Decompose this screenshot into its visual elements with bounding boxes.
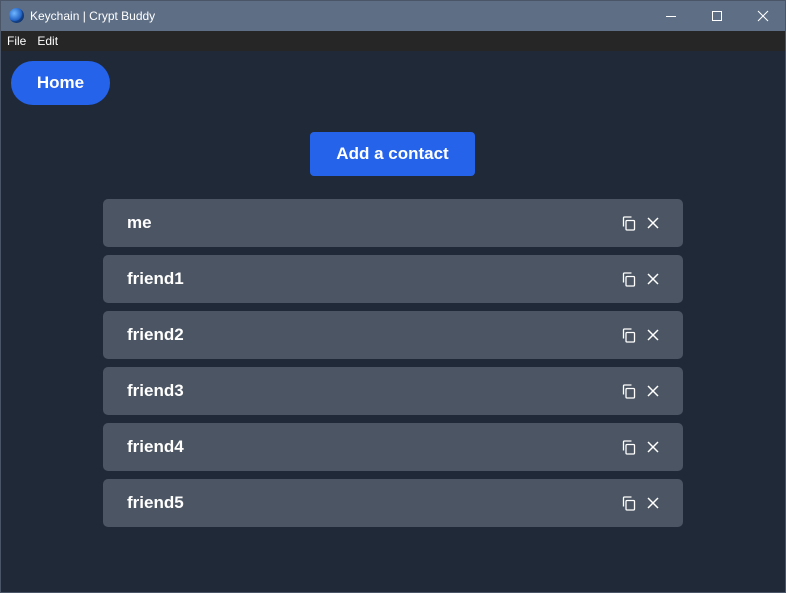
contact-actions (621, 423, 661, 471)
contact-row[interactable]: friend1 (103, 255, 683, 303)
close-icon (757, 10, 769, 21)
copy-icon[interactable] (621, 495, 637, 511)
contact-actions (621, 255, 661, 303)
contact-actions (621, 311, 661, 359)
contact-name: friend1 (127, 269, 184, 288)
minimize-icon (666, 15, 676, 17)
minimize-button[interactable] (648, 0, 694, 31)
contact-row[interactable]: friend3 (103, 367, 683, 415)
main-content: Home Add a contact me friend1 friend2 frien… (0, 51, 786, 593)
add-contact-button[interactable]: Add a contact (310, 132, 475, 176)
copy-icon[interactable] (621, 383, 637, 399)
copy-icon[interactable] (621, 439, 637, 455)
contact-name: friend2 (127, 325, 184, 344)
contact-list: me friend1 friend2 friend3 friend4 friend5 (103, 199, 683, 527)
copy-icon[interactable] (621, 327, 637, 343)
delete-icon[interactable] (645, 439, 661, 455)
contact-row[interactable]: friend4 (103, 423, 683, 471)
delete-icon[interactable] (645, 271, 661, 287)
menu-edit[interactable]: Edit (32, 34, 64, 48)
contact-actions (621, 199, 661, 247)
delete-icon[interactable] (645, 327, 661, 343)
window-titlebar[interactable]: Keychain | Crypt Buddy (0, 0, 786, 31)
home-button[interactable]: Home (11, 61, 110, 105)
menu-file[interactable]: File (0, 34, 32, 48)
contact-name: me (127, 213, 152, 232)
copy-icon[interactable] (621, 271, 637, 287)
maximize-button[interactable] (694, 0, 740, 31)
contact-row[interactable]: friend2 (103, 311, 683, 359)
contact-actions (621, 367, 661, 415)
contact-row[interactable]: friend5 (103, 479, 683, 527)
app-globe-icon (9, 8, 24, 23)
delete-icon[interactable] (645, 215, 661, 231)
maximize-icon (712, 10, 722, 21)
copy-icon[interactable] (621, 215, 637, 231)
menu-bar: File Edit (0, 31, 786, 51)
contact-name: friend4 (127, 437, 184, 456)
contact-row[interactable]: me (103, 199, 683, 247)
contact-actions (621, 479, 661, 527)
window-title: Keychain | Crypt Buddy (30, 8, 156, 23)
delete-icon[interactable] (645, 495, 661, 511)
contact-name: friend5 (127, 493, 184, 512)
close-button[interactable] (740, 0, 786, 31)
window-controls (648, 0, 786, 31)
contact-name: friend3 (127, 381, 184, 400)
delete-icon[interactable] (645, 383, 661, 399)
